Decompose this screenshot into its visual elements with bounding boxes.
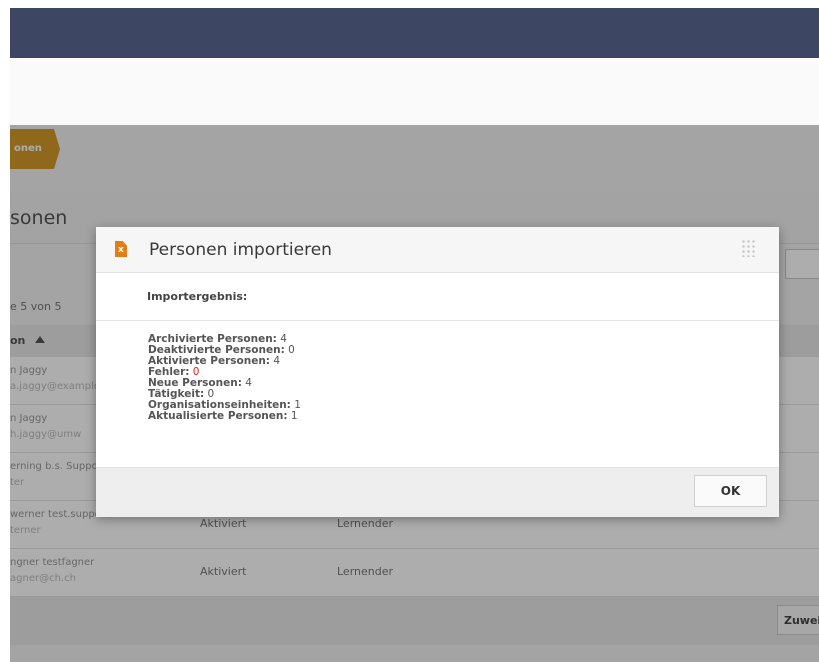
stat-label: Aktualisierte Personen: xyxy=(148,410,288,422)
drag-handle-icon[interactable] xyxy=(741,239,757,257)
stat-value: 4 xyxy=(245,377,252,389)
sub-header-bar xyxy=(10,58,819,125)
import-stats-list: Archivierte Personen: 4 Deaktivierte Per… xyxy=(148,334,301,422)
top-navigation-bar xyxy=(10,8,819,58)
stat-updated: Aktualisierte Personen: 1 xyxy=(148,411,301,422)
stat-value: 1 xyxy=(290,410,298,422)
dialog-title: Personen importieren xyxy=(149,240,332,260)
dialog-footer xyxy=(96,467,779,517)
ok-button[interactable]: OK xyxy=(694,475,767,507)
app-window: onen sonen e 5 von 5 on n Jaggy a.jaggy@… xyxy=(0,0,819,662)
import-result-label: Importergebnis: xyxy=(147,290,248,303)
divider xyxy=(96,320,779,321)
stat-value: 0 xyxy=(288,344,295,356)
stat-value: 4 xyxy=(273,355,281,367)
import-dialog: x Personen importieren Importergebnis: A… xyxy=(96,227,779,517)
file-excel-icon: x xyxy=(115,241,127,257)
dialog-header: x Personen importieren xyxy=(96,227,779,273)
